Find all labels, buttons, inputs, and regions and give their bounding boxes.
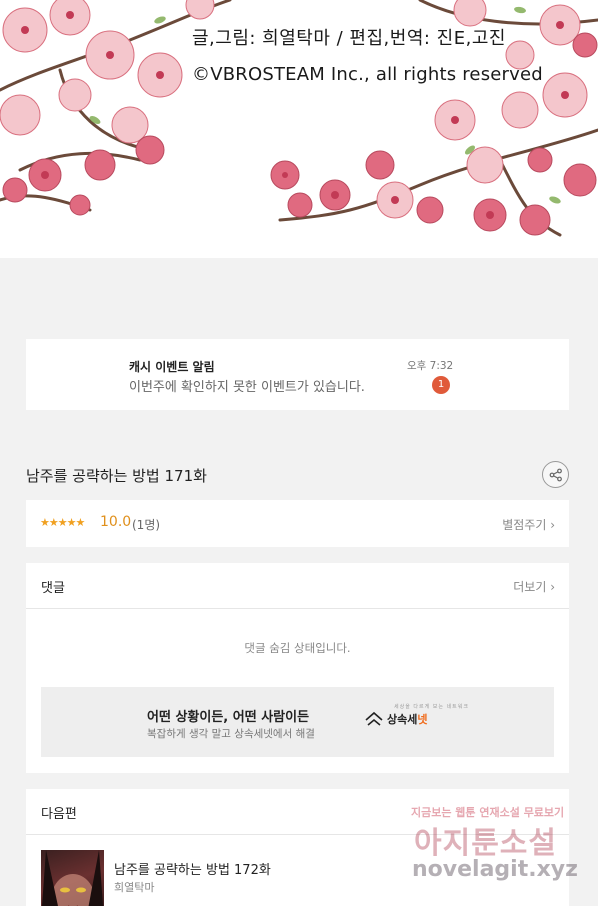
ad-logo-highlight: 넷 (417, 713, 428, 726)
cash-event-notification[interactable]: 캐시 이벤트 알림 이번주에 확인하지 못한 이벤트가 있습니다. 오후 7:3… (26, 339, 569, 410)
rating-stars-icon: ★★★★★ (40, 516, 85, 529)
next-episode-thumbnail[interactable] (41, 850, 104, 906)
comments-hidden-message: 댓글 숨김 상태입니다. (244, 641, 351, 655)
advertisement-banner[interactable]: 어떤 상황이든, 어떤 사람이든 복잡하게 생각 말고 상속세넷에서 해결 상속… (41, 687, 554, 757)
credit-copyright: ©VBROSTEAM Inc., all rights reserved (192, 64, 543, 85)
comments-heading: 댓글 (41, 581, 65, 596)
ad-logo-tagline: 세상을 다르게 보는 네트워크 (394, 704, 469, 710)
next-episode-title[interactable]: 남주를 공략하는 방법 172화 (114, 859, 271, 878)
house-roof-icon (365, 711, 383, 726)
divider (26, 608, 569, 609)
notification-count-badge: 1 (432, 376, 450, 394)
next-episode-heading: 다음편 (41, 807, 77, 822)
credit-authors: 글,그림: 희열탁마 / 편집,번역: 진E,고진 (192, 28, 506, 49)
rating-score: 10.0 (100, 514, 132, 530)
ad-logo-text: 상속세 (387, 713, 418, 726)
ad-title: 어떤 상황이든, 어떤 사람이든 (147, 710, 310, 725)
notification-body: 이번주에 확인하지 못한 이벤트가 있습니다. (129, 380, 365, 395)
rating-count: (1명) (132, 518, 161, 532)
share-button[interactable] (542, 461, 569, 488)
credits-banner: 글,그림: 희열탁마 / 편집,번역: 진E,고진 ©VBROSTEAM Inc… (0, 0, 598, 258)
comments-more-button[interactable]: 더보기 › (513, 578, 555, 595)
notification-title: 캐시 이벤트 알림 (129, 360, 215, 374)
ad-logo: 상속세넷 세상을 다르게 보는 네트워크 (364, 704, 468, 727)
next-episode-author: 희열탁마 (114, 881, 155, 894)
character-portrait-image (42, 850, 103, 906)
comments-section: 댓글 더보기 › 댓글 숨김 상태입니다. 어떤 상황이든, 어떤 사람이든 복… (26, 563, 569, 773)
share-icon (549, 468, 562, 481)
ad-subtitle: 복잡하게 생각 말고 상속세넷에서 해결 (147, 728, 315, 740)
notification-time: 오후 7:32 (407, 360, 454, 372)
rate-button[interactable]: 별점주기 › (502, 516, 555, 533)
next-episode-section: 다음편 남주를 공략하는 방법 172화 희열탁마 (26, 789, 569, 906)
divider (26, 834, 569, 835)
rating-card: ★★★★★ 10.0 (1명) 별점주기 › (26, 500, 569, 547)
episode-title: 남주를 공략하는 방법 171화 (26, 467, 207, 485)
